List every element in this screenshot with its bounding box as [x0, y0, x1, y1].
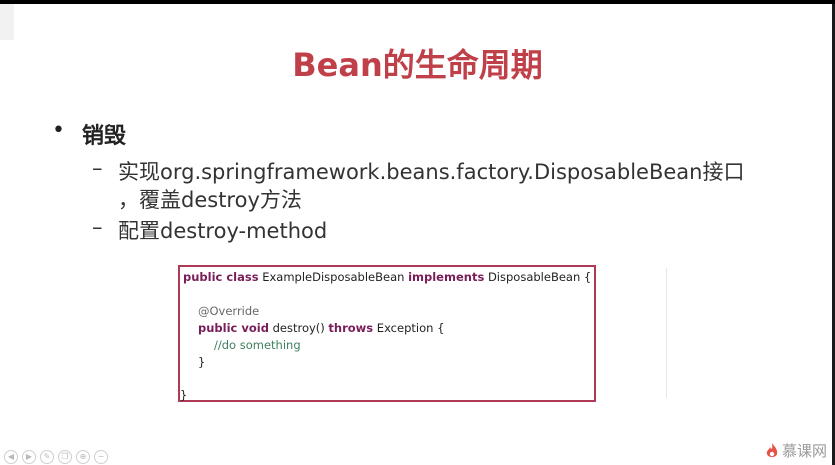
- code-line-comment: //do something: [214, 338, 301, 352]
- sub-dash-1: –: [92, 156, 103, 180]
- method-signature: destroy(): [268, 321, 329, 335]
- interface-name: DisposableBean {: [484, 270, 592, 284]
- keyword: throws: [328, 321, 374, 335]
- keyword: public void: [198, 321, 269, 335]
- class-name: ExampleDisposableBean: [258, 270, 409, 284]
- top-bar: [0, 0, 835, 4]
- exception-type: Exception {: [373, 321, 445, 335]
- code-line-close-method: }: [198, 355, 206, 369]
- slide-title: Bean的生命周期: [292, 46, 543, 84]
- imooc-logo: 慕课网: [765, 440, 827, 461]
- divider: [666, 268, 667, 398]
- player-toolbar: ◀ ▶ ✎ ❐ ⊕ −: [4, 450, 108, 465]
- sub-item-1-continuation: ，覆盖destroy方法: [118, 188, 302, 212]
- code-line-method: public void destroy() throws Exception {: [198, 321, 444, 335]
- slide: Bean的生命周期 • 销毁 – 实现org.springframework.b…: [0, 0, 835, 465]
- copy-icon[interactable]: ❐: [58, 450, 72, 464]
- code-snippet: public class ExampleDisposableBean imple…: [178, 265, 596, 402]
- pen-icon[interactable]: ✎: [40, 450, 54, 464]
- keyword: implements: [408, 270, 485, 284]
- sub-item-1: 实现org.springframework.beans.factory.Disp…: [118, 160, 745, 184]
- keyword: public class: [183, 270, 259, 284]
- code-line-close-class: }: [180, 388, 188, 402]
- next-icon[interactable]: ▶: [22, 450, 36, 464]
- bullet-marker: •: [52, 118, 65, 143]
- minus-icon[interactable]: −: [94, 450, 108, 464]
- code-line-class: public class ExampleDisposableBean imple…: [183, 270, 591, 284]
- flame-icon: [766, 442, 778, 457]
- sub-item-2: 配置destroy-method: [118, 219, 328, 243]
- zoom-icon[interactable]: ⊕: [76, 450, 90, 464]
- sub-dash-2: –: [92, 215, 103, 239]
- logo-text: 慕课网: [781, 442, 827, 460]
- code-line-annotation: @Override: [198, 304, 260, 318]
- left-notch: [0, 4, 14, 40]
- prev-icon[interactable]: ◀: [4, 450, 18, 464]
- bullet-text: 销毁: [82, 124, 127, 149]
